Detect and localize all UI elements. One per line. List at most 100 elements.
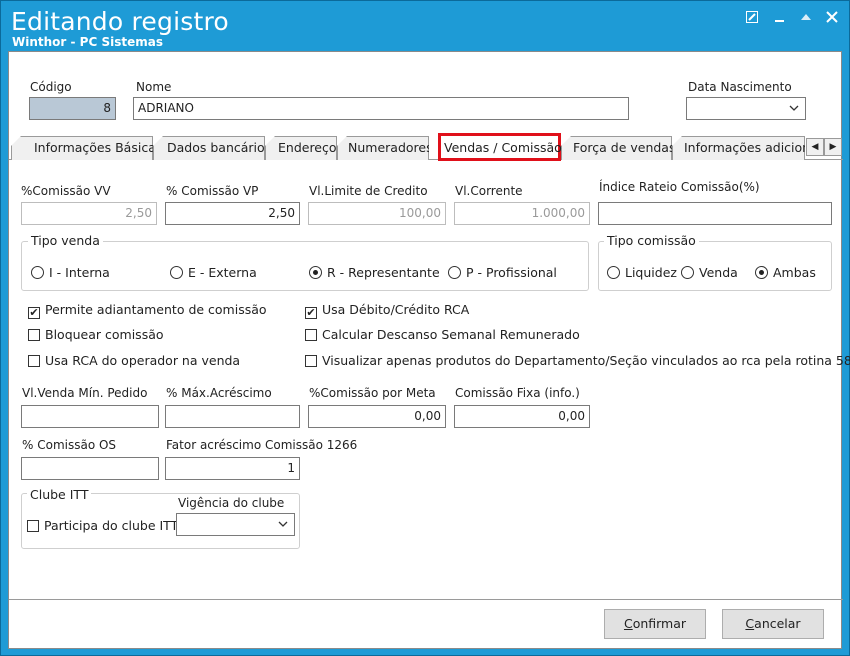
maximize-icon[interactable] [795,9,817,29]
footer-divider [9,599,843,600]
data-nascimento-label: Data Nascimento [688,80,792,94]
comissao-vv-field[interactable]: 2,50 [21,202,157,225]
comissao-fixa-field[interactable]: 0,00 [454,405,590,428]
checkbox-usa-debito-credito[interactable]: ✔ Usa Débito/Crédito RCA [305,302,469,319]
comissao-os-label: % Comissão OS [22,438,117,452]
comissao-vp-label: % Comissão VP [166,184,259,198]
confirmar-label: onfirmar [632,616,687,631]
permite-adiantamento-label: Permite adiantamento de comissão [45,302,267,317]
data-nascimento-picker[interactable] [686,97,806,120]
checkbox-visualizar-produtos[interactable]: Visualizar apenas produtos do Departamen… [305,353,850,368]
comissao-vv-label: %Comissão VV [21,184,111,198]
tab-scroll-left-icon[interactable]: ◀ [806,138,824,156]
radio-interna[interactable]: I - Interna [31,265,110,280]
checkbox-box [305,355,317,367]
tab-vendas-comissao[interactable]: Vendas / Comissão [438,133,562,161]
radio-indicator [607,266,620,279]
comissao-os-field[interactable] [21,457,159,480]
title-bar[interactable]: Editando registro Winthor - PC Sistemas [1,1,849,51]
close-icon[interactable] [821,9,843,29]
usa-rca-operador-label: Usa RCA do operador na venda [45,353,241,368]
tab-forca-de-vendas[interactable]: Força de vendas [561,136,672,160]
radio-profissional-label: P - Profissional [466,265,557,280]
checkbox-box [27,520,39,532]
checkbox-usa-rca-operador[interactable]: Usa RCA do operador na venda [28,353,240,368]
comissao-vp-field[interactable]: 2,50 [165,202,300,225]
radio-liquidez-label: Liquidez [625,265,677,280]
radio-representante[interactable]: R - Representante [309,265,440,280]
vl-limite-credito-field[interactable]: 100,00 [308,202,446,225]
indice-rateio-label: Índice Rateio Comissão(%) [599,180,760,194]
vigencia-clube-select[interactable] [176,513,295,536]
confirmar-accel: C [623,616,633,631]
radio-ambas[interactable]: Ambas [755,265,816,280]
vigencia-clube-label: Vigência do clube [178,496,285,510]
checkbox-box [305,329,317,341]
checkbox-participa-clube[interactable]: Participa do clube ITT [27,518,178,533]
radio-representante-label: R - Representante [327,265,440,280]
radio-indicator [681,266,694,279]
codigo-label: Código [30,80,72,94]
checkbox-calcular-dsr[interactable]: Calcular Descanso Semanal Remunerado [305,327,580,342]
vl-venda-min-label: Vl.Venda Mín. Pedido [22,386,148,400]
clube-itt-group: Clube ITT Participa do clube ITT Vigênci… [21,487,300,549]
window-title: Editando registro [11,7,229,36]
minimize-icon[interactable] [769,9,791,29]
radio-indicator [31,266,44,279]
radio-indicator [170,266,183,279]
tab-numeradores[interactable]: Numeradores [337,136,429,160]
chevron-down-icon[interactable] [789,98,799,119]
confirmar-button[interactable]: Confirmar [604,609,706,639]
cancelar-button[interactable]: Cancelar [722,609,824,639]
comissao-meta-label: %Comissão por Meta [309,386,436,400]
nome-field[interactable]: ADRIANO [133,97,629,120]
visualizar-produtos-label: Visualizar apenas produtos do Departamen… [322,353,850,368]
form-area: Código 8 Nome ADRIANO Data Nascimento In… [8,51,850,649]
cancelar-accel: C [745,616,755,631]
radio-externa[interactable]: E - Externa [170,265,257,280]
tab-endereco[interactable]: Endereço [265,136,337,160]
vl-corrente-label: Vl.Corrente [455,184,523,198]
checkbox-box [28,355,40,367]
vl-corrente-field[interactable]: 1.000,00 [454,202,590,225]
tipo-comissao-group: Tipo comissão Liquidez Venda Ambas [598,233,832,291]
radio-liquidez[interactable]: Liquidez [607,265,677,280]
tab-informacoes-adicionais[interactable]: Informações adicion [672,136,805,160]
nome-label: Nome [136,80,172,94]
radio-profissional[interactable]: P - Profissional [448,265,557,280]
tab-scroll-right-icon[interactable]: ▶ [824,138,842,156]
fator-acrescimo-field[interactable]: 1 [165,457,300,480]
checkbox-bloquear-comissao[interactable]: Bloquear comissão [28,327,164,342]
vl-venda-min-field[interactable] [21,405,159,428]
usa-debito-credito-label: Usa Débito/Crédito RCA [322,302,470,317]
indice-rateio-field[interactable] [598,202,832,225]
radio-venda-label: Venda [699,265,738,280]
tipo-venda-title: Tipo venda [28,233,103,248]
window-subtitle: Winthor - PC Sistemas [12,35,163,49]
radio-venda[interactable]: Venda [681,265,738,280]
comissao-meta-field[interactable]: 0,00 [308,405,446,428]
comissao-fixa-label: Comissão Fixa (info.) [455,386,580,400]
calcular-dsr-label: Calcular Descanso Semanal Remunerado [322,327,580,342]
bloquear-comissao-label: Bloquear comissão [45,327,164,342]
vl-limite-credito-label: Vl.Limite de Credito [309,184,428,198]
checkbox-permite-adiantamento[interactable]: ✔ Permite adiantamento de comissão [28,302,267,319]
checkbox-box [28,329,40,341]
codigo-field[interactable]: 8 [29,97,116,120]
radio-ambas-label: Ambas [773,265,816,280]
tab-dados-bancarios[interactable]: Dados bancários [153,136,265,160]
app-window: Editando registro Winthor - PC Sistemas … [0,0,850,656]
radio-indicator [448,266,461,279]
max-acrescimo-field[interactable] [165,405,300,428]
radio-indicator-selected [309,266,322,279]
radio-externa-label: E - Externa [188,265,257,280]
edit-icon[interactable] [741,9,763,29]
checkbox-checked-icon: ✔ [305,306,317,319]
tipo-venda-group: Tipo venda I - Interna E - Externa R - R… [21,233,589,291]
radio-interna-label: I - Interna [49,265,110,280]
checkbox-checked-icon: ✔ [28,306,40,319]
tab-informacoes-basicas[interactable]: Informações Básicas [11,136,153,160]
chevron-down-icon[interactable] [278,514,288,535]
max-acrescimo-label: % Máx.Acréscimo [166,386,272,400]
tipo-comissao-title: Tipo comissão [604,233,699,248]
